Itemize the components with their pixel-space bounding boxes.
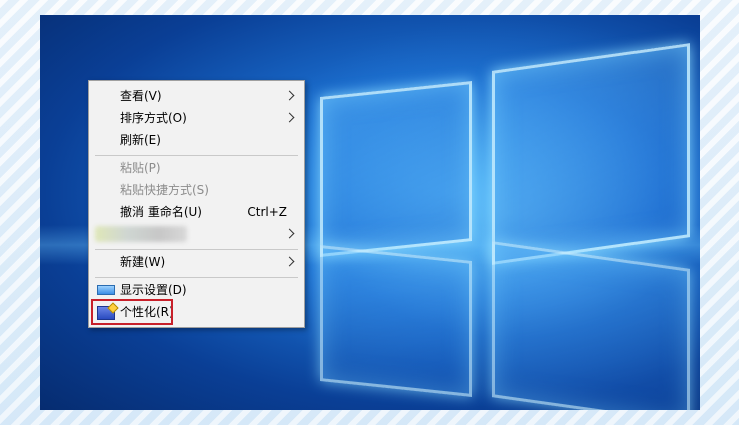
menu-item-label: 查看(V)	[120, 89, 162, 103]
menu-separator	[95, 249, 298, 250]
menu-item-sort-by[interactable]: 排序方式(O)	[89, 107, 304, 129]
submenu-arrow-icon	[284, 112, 295, 123]
menu-item-label: 粘贴(P)	[120, 161, 161, 175]
windows-logo-pane-bottom-left	[320, 245, 472, 397]
menu-item-label: 撤消 重命名(U)	[120, 205, 202, 219]
submenu-arrow-icon	[284, 90, 295, 101]
menu-separator	[95, 277, 298, 278]
display-icon	[97, 285, 115, 295]
menu-item-display-settings[interactable]: 显示设置(D)	[89, 279, 304, 301]
blurred-menu-label	[95, 226, 187, 242]
menu-item-label: 新建(W)	[120, 255, 166, 269]
menu-item-view[interactable]: 查看(V)	[89, 85, 304, 107]
menu-item-label: 粘贴快捷方式(S)	[120, 183, 209, 197]
submenu-arrow-icon	[284, 228, 295, 239]
menu-item-new[interactable]: 新建(W)	[89, 251, 304, 273]
windows-logo-pane-top-left	[320, 81, 472, 257]
menu-item-paste-shortcut[interactable]: 粘贴快捷方式(S)	[89, 179, 304, 201]
submenu-arrow-icon	[284, 256, 295, 267]
menu-item-paste[interactable]: 粘贴(P)	[89, 157, 304, 179]
menu-item-label: 显示设置(D)	[120, 283, 187, 297]
windows-logo-pane-bottom-right	[492, 241, 690, 410]
menu-item-label: 刷新(E)	[120, 133, 161, 147]
menu-item-blurred[interactable]	[89, 223, 304, 245]
menu-item-shortcut: Ctrl+Z	[247, 205, 287, 219]
menu-item-label: 排序方式(O)	[120, 111, 187, 125]
menu-item-refresh[interactable]: 刷新(E)	[89, 129, 304, 151]
menu-item-undo-rename[interactable]: 撤消 重命名(U) Ctrl+Z	[89, 201, 304, 223]
menu-separator	[95, 155, 298, 156]
windows-logo-pane-top-right	[492, 43, 690, 265]
personalize-highlight-box	[91, 299, 173, 325]
desktop-context-menu: 查看(V) 排序方式(O) 刷新(E) 粘贴(P) 粘贴快捷方式(S) 撤消 重…	[88, 80, 305, 328]
